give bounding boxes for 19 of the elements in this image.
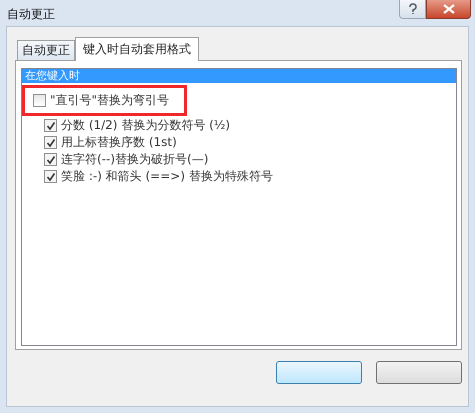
window-title: 自动更正: [7, 6, 55, 23]
checkbox-label: 连字符(--)替换为破折号(—): [61, 151, 208, 168]
checkbox-label: 用上标替换序数 (1st): [61, 134, 177, 151]
help-icon: [408, 3, 418, 15]
checkbox[interactable]: [44, 136, 57, 149]
dialog-button[interactable]: [276, 361, 362, 384]
dialog-button[interactable]: [376, 361, 462, 384]
checkbox[interactable]: [44, 170, 57, 183]
checkbox-label: "直引号"替换为弯引号: [50, 92, 170, 109]
close-icon: [442, 4, 454, 14]
checkbox[interactable]: [33, 94, 46, 107]
checkbox[interactable]: [44, 153, 57, 166]
close-button[interactable]: [426, 0, 471, 19]
checkbox-label: 分数 (1/2) 替换为分数符号 (½): [61, 117, 230, 134]
help-button[interactable]: [399, 0, 426, 19]
tab[interactable]: 键入时自动套用格式: [75, 37, 199, 61]
checkbox-label: 笑脸 :-) 和箭头 (==>) 替换为特殊符号: [61, 168, 273, 185]
tab[interactable]: 自动更正: [17, 40, 75, 60]
checkbox[interactable]: [44, 119, 57, 132]
